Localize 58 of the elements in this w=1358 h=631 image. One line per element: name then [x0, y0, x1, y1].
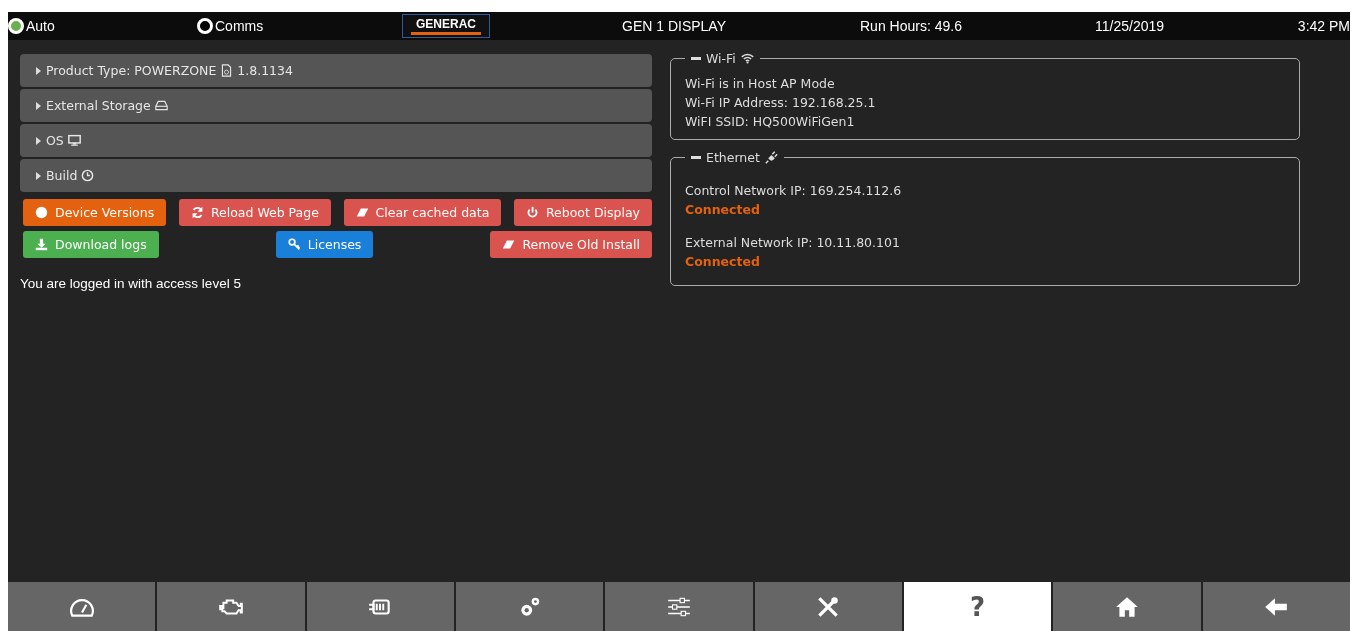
info-line: Wi-Fi is in Host AP Mode [685, 75, 836, 93]
accordion-header[interactable]: Product Type: POWERZONE 1.8.1134 [20, 54, 652, 87]
collapse-toggle[interactable] [691, 57, 701, 60]
eraser-icon [355, 206, 369, 219]
monitor-icon [67, 134, 81, 147]
clock-icon [81, 169, 95, 182]
run-hours: Run Hours: 49.6 [860, 18, 963, 34]
info-line: External Network IP: 10.11.80.101 [685, 234, 901, 252]
nav-tab[interactable] [306, 582, 454, 631]
section-title: OS [46, 133, 64, 148]
accordion-header[interactable]: Build [20, 159, 652, 192]
section-title: Build [46, 168, 78, 183]
action-button[interactable]: Reload Web Page [178, 199, 331, 226]
caret-icon [34, 101, 42, 110]
section-title: Product Type: POWERZONE [46, 63, 217, 78]
access-message: You are logged in with access level 5 [20, 276, 242, 291]
nav-tab[interactable] [8, 582, 156, 631]
info-line: Wi-Fi IP Address: 192.168.25.1 [685, 94, 877, 112]
brand-logo: GENERAC [402, 14, 490, 38]
connection-status: Connected [685, 201, 761, 219]
action-button[interactable]: Device Versions [23, 199, 167, 226]
info-line: WiFI SSID: HQ500WiFiGen1 [685, 113, 856, 131]
section-title: External Storage [46, 98, 151, 113]
action-button[interactable]: Reboot Display [513, 199, 652, 226]
comms-label: Comms [215, 18, 264, 34]
panel-title: Wi-Fi [706, 50, 736, 68]
download-icon [35, 238, 48, 251]
power-icon [525, 206, 539, 219]
refresh-icon [190, 206, 204, 219]
date-text: 11/25/2019 [1095, 18, 1166, 34]
nav-tab[interactable] [157, 582, 305, 631]
accordion-header[interactable]: OS [20, 124, 652, 157]
panel-title: Ethernet [706, 149, 760, 167]
drive-icon [154, 99, 168, 112]
document-icon [220, 64, 234, 77]
display-title: GEN 1 DISPLAY [622, 18, 727, 34]
nav-tab[interactable] [1202, 582, 1350, 631]
action-button[interactable]: Licenses [275, 231, 374, 258]
time-text: 3:42 PM [1297, 18, 1350, 34]
eraser-icon [502, 238, 516, 251]
plug-icon [764, 151, 778, 164]
info-line: Control Network IP: 169.254.112.6 [685, 182, 903, 200]
version-text: 1.8.1134 [237, 63, 293, 78]
accordion-header[interactable]: External Storage [20, 89, 652, 122]
caret-icon [34, 171, 42, 180]
caret-icon [34, 66, 42, 75]
action-button[interactable]: Remove Old Install [490, 231, 652, 258]
nav-tab[interactable] [754, 582, 902, 631]
action-button[interactable]: Download logs [23, 231, 159, 258]
collapse-toggle[interactable] [691, 156, 701, 159]
nav-tab[interactable] [1053, 582, 1201, 631]
mode-label: Auto [26, 18, 55, 34]
caret-icon [34, 136, 42, 145]
action-button[interactable]: Clear cached data [343, 199, 502, 226]
connection-status: Connected [685, 253, 761, 271]
nav-tab[interactable]: ? [903, 582, 1052, 631]
wifi-icon [740, 52, 754, 65]
key-icon [287, 238, 301, 251]
